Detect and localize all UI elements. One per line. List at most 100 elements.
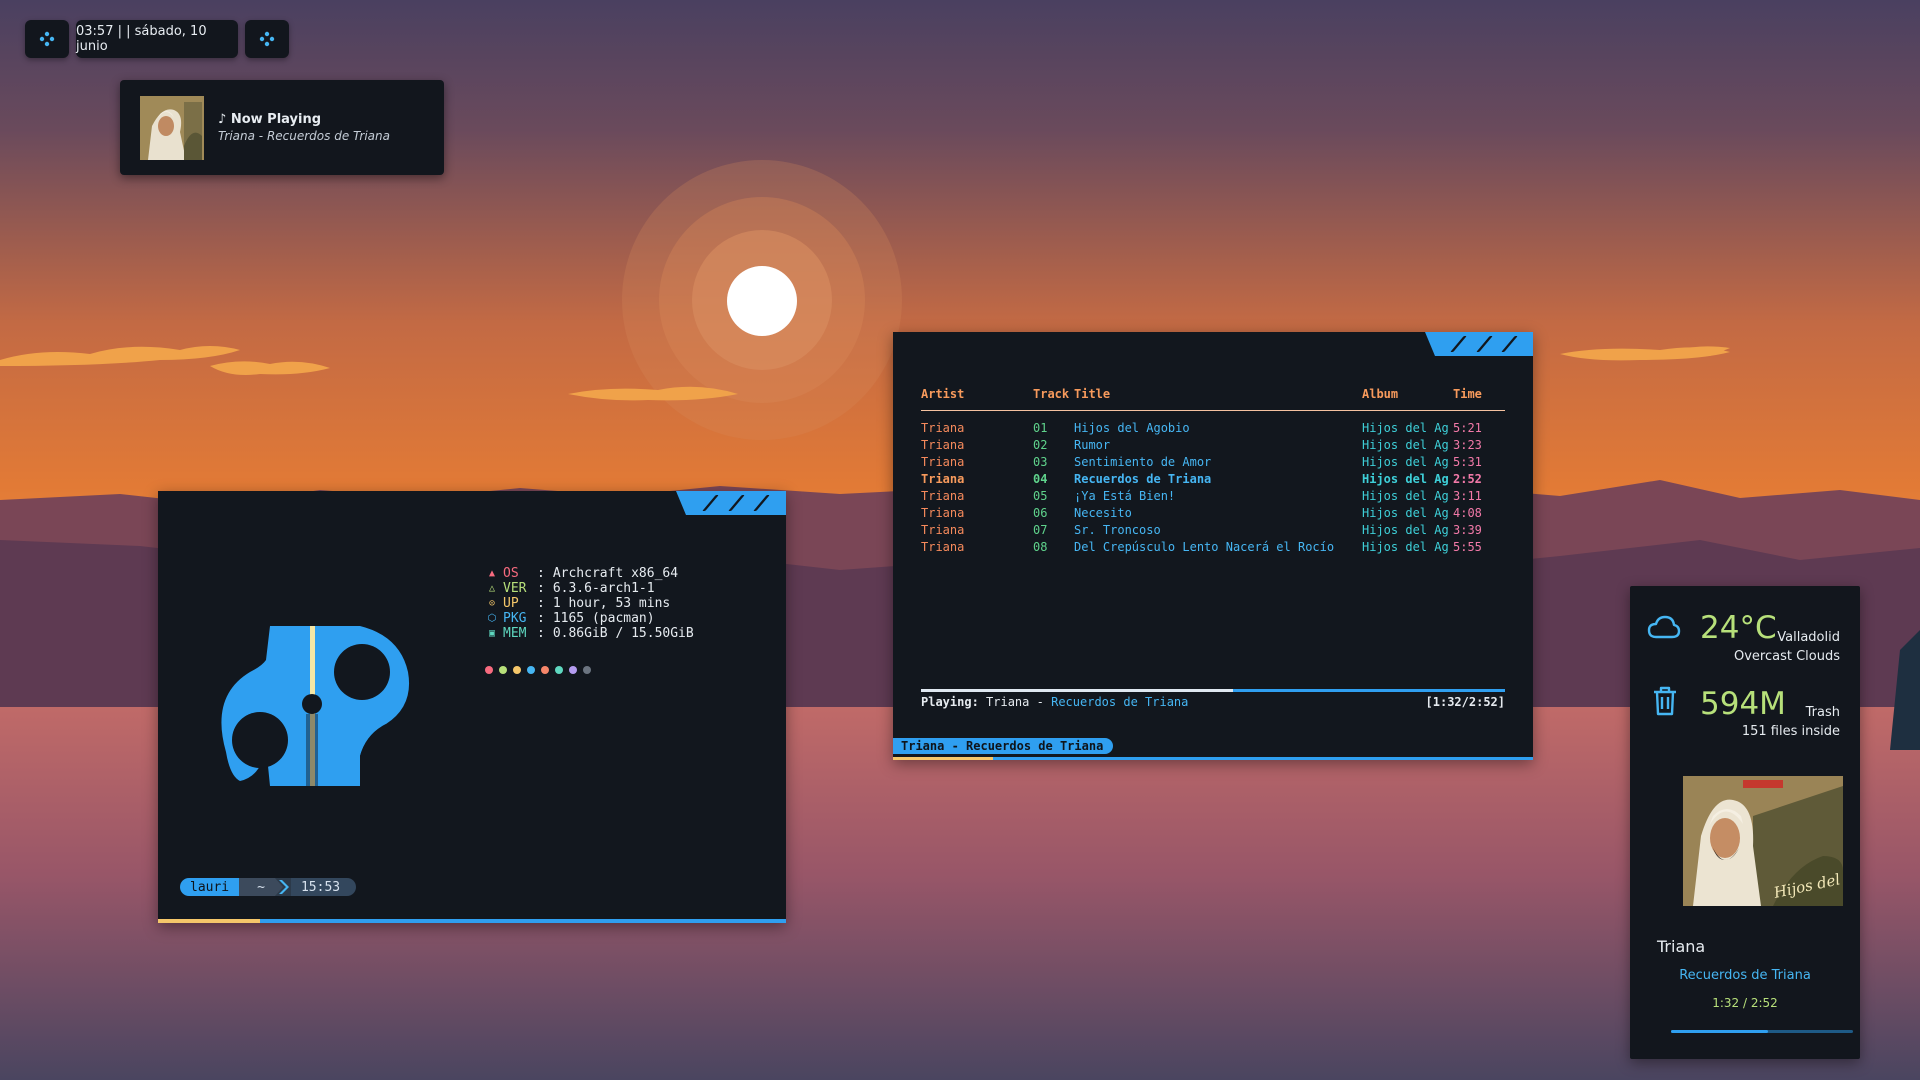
playlist-cell-album: Hijos del Ag [1362, 489, 1449, 503]
info-key: UP [503, 596, 519, 611]
playlist-cell-time: 4:08 [1453, 506, 1482, 520]
header-divider [921, 410, 1505, 411]
playlist-cell-time: 3:39 [1453, 523, 1482, 537]
playlist-cell-num: 08 [1033, 540, 1048, 554]
playlist-row[interactable]: Triana 07 Sr. Troncoso Hijos del Ag 3:39 [893, 523, 1533, 539]
window-bottom-border [893, 757, 1533, 760]
weather-temperature: 24°C [1700, 610, 1777, 646]
neofetch-info-row: ⊙ UP:1 hour, 53 mins [485, 596, 670, 611]
now-playing-track: Triana - Recuerdos de Triana [218, 129, 390, 143]
info-icon: △ [488, 583, 496, 594]
info-icon: ▲ [488, 568, 496, 579]
playlist-cell-album: Hijos del Ag [1362, 506, 1449, 520]
playlist-cell-artist: Triana [921, 540, 965, 554]
playlist-cell-num: 06 [1033, 506, 1048, 520]
playlist-cell-time: 2:52 [1453, 472, 1482, 486]
info-separator: : [537, 611, 545, 626]
playlist-cell-artist: Triana [921, 472, 965, 486]
playlist-row[interactable]: Triana 02 Rumor Hijos del Ag 3:23 [893, 438, 1533, 454]
column-header-time[interactable]: Time [1453, 387, 1482, 401]
column-header-album[interactable]: Album [1362, 387, 1398, 401]
tmux-status-label: Triana - Recuerdos de Triana [893, 738, 1114, 754]
palette-dot [499, 666, 507, 674]
neofetch-info-row: ▲ OS: Archcraft x86_64 [485, 566, 678, 581]
info-value: 1 hour, 53 mins [552, 596, 671, 611]
ncmpcpp-music-window[interactable]: Artist Track Title Album Time Triana 01 Hi… [893, 332, 1533, 760]
playlist-cell-artist: Triana [921, 421, 965, 435]
playlist-cell-num: 03 [1033, 455, 1048, 469]
trash-file-count: 151 files inside [1741, 724, 1840, 739]
palette-dot [555, 666, 563, 674]
neofetch-terminal-window[interactable]: ▲ OS: Archcraft x86_64 △ VER:6.3.6-arch1-1 ⊙ U… [158, 491, 786, 923]
neofetch-info-row: ▣ MEM:0.86GiB / 15.50GiB [485, 626, 694, 641]
playlist-cell-title: Necesito [1074, 506, 1132, 520]
window-title-tab[interactable] [676, 491, 786, 515]
playlist-row[interactable]: Triana 01 Hijos del Agobio Hijos del Ag 5:21 [893, 421, 1533, 437]
playlist-cell-album: Hijos del Ag [1362, 421, 1449, 435]
window-bottom-border [158, 919, 786, 923]
weather-city: Valladolid [1777, 630, 1840, 645]
info-key: MEM [503, 626, 527, 641]
prompt-directory: ~ [239, 878, 275, 896]
playlist-cell-artist: Triana [921, 438, 965, 452]
playlist-cell-title: Rumor [1074, 438, 1111, 452]
playlist-cell-num: 07 [1033, 523, 1048, 537]
shell-prompt[interactable]: lauri ~ 15:53 [180, 878, 357, 896]
trash-icon[interactable] [1652, 686, 1678, 716]
info-separator: : [537, 566, 545, 581]
playlist-cell-title: Sentimiento de Amor [1074, 455, 1212, 469]
playlist-cell-time: 5:55 [1453, 540, 1482, 554]
widget-music-artist: Triana [1657, 937, 1706, 956]
neofetch-info-row: ⬡ PKG:1165 (pacman) [485, 611, 655, 626]
playlist-cell-album: Hijos del Ag [1362, 540, 1449, 554]
info-value: 1165 (pacman) [552, 611, 655, 626]
column-header-artist[interactable]: Artist [921, 387, 964, 401]
info-icon: ⊙ [488, 598, 496, 609]
playlist-cell-num: 02 [1033, 438, 1048, 452]
widget-music-title: Recuerdos de Triana [1679, 968, 1811, 983]
playlist-cell-title: Del Crepúsculo Lento Nacerá el Rocío [1074, 540, 1335, 554]
widget-music-time: 1:32 / 2:52 [1712, 996, 1778, 1010]
palette-dot [527, 666, 535, 674]
palette-dot [541, 666, 549, 674]
info-key: VER [503, 581, 527, 596]
status-title: Recuerdos de Triana [1051, 695, 1189, 709]
now-playing-heading: ♪ Now Playing [218, 112, 322, 127]
playlist-row[interactable]: Triana 05 ¡Ya Está Bien! Hijos del Ag 3:11 [893, 489, 1533, 505]
weather-description: Overcast Clouds [1733, 649, 1840, 664]
playlist-row[interactable]: Triana 06 Necesito Hijos del Ag 4:08 [893, 506, 1533, 522]
widget-music-progress[interactable] [1671, 1030, 1853, 1033]
column-header-title[interactable]: Title [1074, 387, 1110, 401]
workspace-icon [259, 31, 275, 47]
playlist-row[interactable]: Triana 08 Del Crepúsculo Lento Nacerá el R… [893, 540, 1533, 556]
playlist-row[interactable]: Triana 03 Sentimiento de Amor Hijos del Ag 5… [893, 455, 1533, 471]
info-value: Archcraft x86_64 [552, 566, 679, 581]
info-key: PKG [503, 611, 527, 626]
prompt-chevron-icon [274, 878, 291, 896]
column-header-track[interactable]: Track [1033, 387, 1069, 401]
playlist-cell-num: 05 [1033, 489, 1048, 503]
color-palette [485, 666, 591, 674]
clock-date-display[interactable]: 03:57 | | sábado, 10 junio [76, 20, 238, 58]
window-title-tab[interactable] [1425, 332, 1533, 356]
workspace-button-left[interactable] [25, 20, 69, 58]
playlist-cell-album: Hijos del Ag [1362, 523, 1449, 537]
status-artist: Triana [986, 695, 1030, 709]
workspace-button-right[interactable] [245, 20, 289, 58]
playlist-cell-artist: Triana [921, 506, 965, 520]
playback-progress-bar[interactable] [921, 689, 1505, 692]
playlist-cell-time: 3:11 [1453, 489, 1482, 503]
status-label: Playing: [921, 695, 979, 709]
playlist-cell-artist: Triana [921, 523, 965, 537]
playlist-row[interactable]: Triana 04 Recuerdos de Triana Hijos del Ag 2… [893, 472, 1533, 488]
info-separator: : [537, 626, 545, 641]
playlist-cell-num: 01 [1033, 421, 1048, 435]
workspace-icon [39, 31, 55, 47]
info-icon: ▣ [488, 628, 496, 639]
palette-dot [569, 666, 577, 674]
album-art: Hijos del Agobio [1683, 776, 1843, 906]
playlist-cell-time: 5:31 [1453, 455, 1482, 469]
info-widget-panel: 24°C Valladolid Overcast Clouds 594M Tra… [1630, 586, 1860, 1059]
info-separator: : [537, 596, 545, 611]
now-playing-notification[interactable]: ♪ Now Playing Triana - Recuerdos de Tria… [120, 80, 444, 175]
